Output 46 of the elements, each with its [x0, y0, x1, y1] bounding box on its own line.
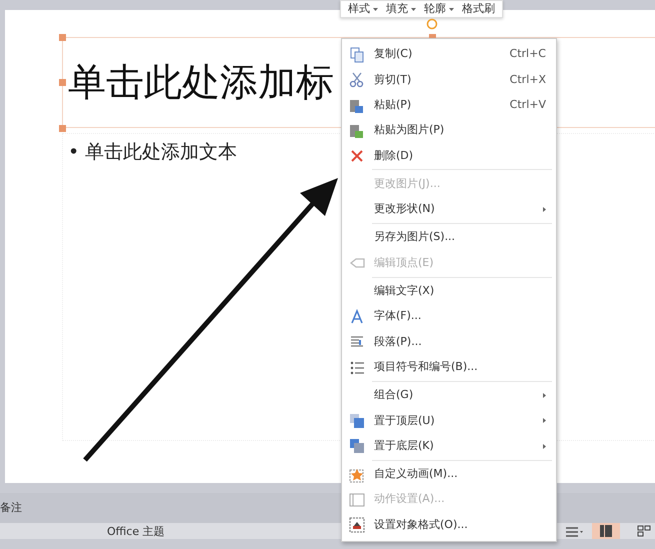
normal-view-button[interactable] — [592, 523, 620, 539]
bullet-list-icon — [349, 360, 365, 376]
send-to-back-icon — [349, 438, 365, 454]
body-text: • 单击此处添加文本 — [68, 140, 238, 165]
cut-icon — [349, 72, 365, 88]
list-icon[interactable] — [565, 526, 585, 538]
paste-picture-icon — [349, 122, 365, 139]
dropdown-button[interactable]: 样式 — [345, 1, 381, 17]
resize-handle[interactable] — [59, 34, 66, 41]
menu-item[interactable]: 段落(P)... — [342, 329, 556, 355]
menu-item[interactable]: 粘贴为图片(P) — [342, 118, 556, 144]
format-painter-button[interactable]: 格式刷 — [459, 1, 498, 17]
copy-icon — [349, 47, 365, 63]
menu-item[interactable]: 字体(F)... — [342, 304, 556, 330]
menu-item[interactable]: 组合(G) — [342, 382, 556, 408]
dropdown-button[interactable]: 轮廓 — [421, 1, 457, 17]
theme-name: Office 主题 — [107, 524, 165, 540]
rotate-handle[interactable] — [425, 18, 439, 32]
menu-item[interactable]: 置于底层(K) — [342, 433, 556, 459]
menu-item[interactable]: 粘贴(P) Ctrl+V — [342, 92, 556, 118]
paste-icon — [349, 98, 365, 114]
resize-handle[interactable] — [59, 125, 66, 132]
menu-item[interactable]: 更改形状(N) — [342, 196, 556, 222]
menu-item[interactable]: 置于顶层(U) — [342, 408, 556, 434]
menu-item[interactable]: 复制(C) Ctrl+C — [342, 42, 556, 68]
dropdown-button[interactable]: 填充 — [383, 1, 419, 17]
menu-item[interactable]: 另存为图片(S)... — [342, 225, 556, 250]
menu-item[interactable]: 剪切(T) Ctrl+X — [342, 67, 556, 93]
shortcut-text: Ctrl+X — [510, 72, 546, 88]
action-settings-icon — [349, 492, 365, 508]
animation-icon — [349, 466, 365, 483]
menu-item[interactable]: 自定义动画(M)... — [342, 462, 556, 488]
delete-icon — [349, 148, 365, 164]
menu-item[interactable]: 编辑文字(X) — [342, 278, 556, 304]
view-icon — [600, 525, 612, 537]
font-icon — [349, 308, 365, 325]
menu-item[interactable]: 项目符号和编号(B)... — [342, 354, 556, 380]
shortcut-text: Ctrl+C — [510, 46, 546, 62]
grid-view-icon[interactable] — [637, 525, 651, 537]
format-object-icon — [349, 517, 365, 534]
title-text: 单击此处添加标 — [67, 59, 334, 106]
resize-handle[interactable] — [59, 79, 66, 86]
bring-to-front-icon — [349, 413, 365, 430]
menu-item[interactable]: 删除(D) — [342, 143, 556, 168]
notes-label: 备注 — [0, 500, 22, 516]
shortcut-text: Ctrl+V — [510, 96, 546, 113]
